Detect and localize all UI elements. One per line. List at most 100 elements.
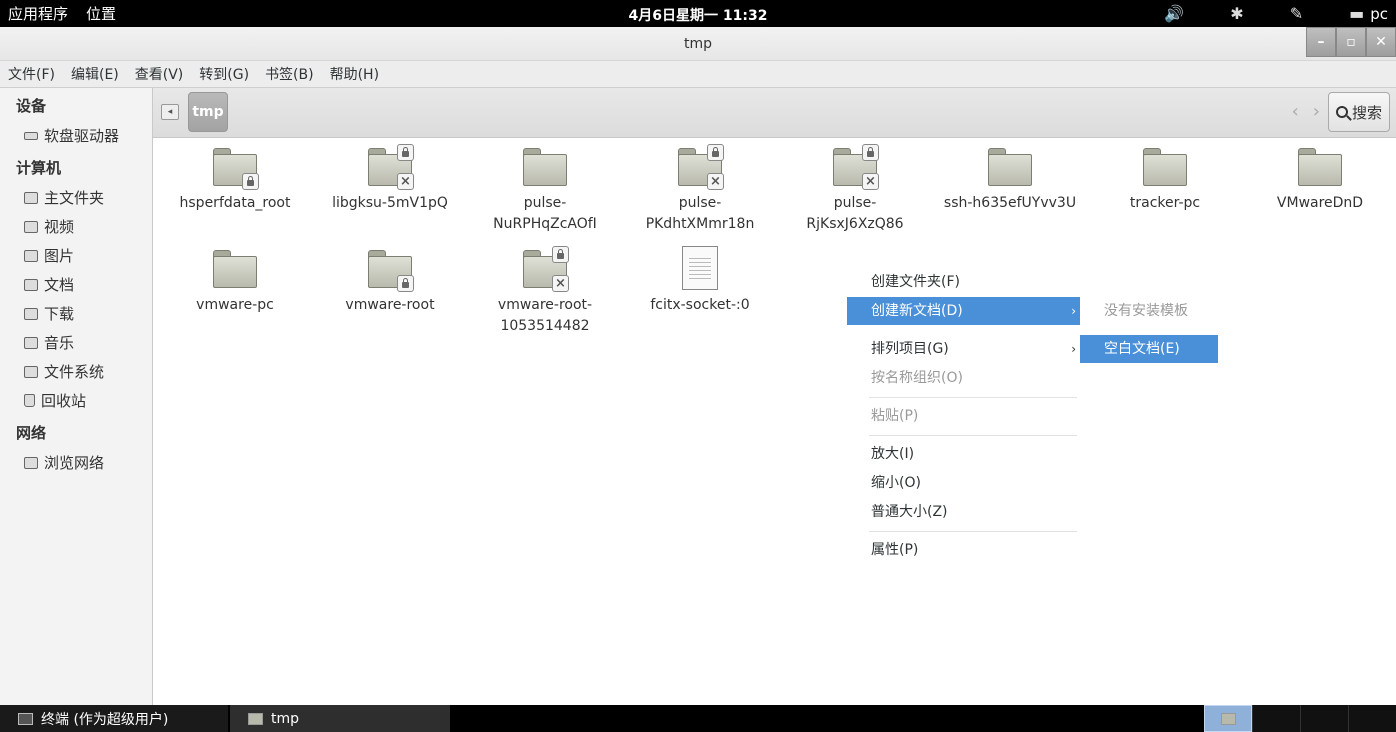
unreadable-icon: × <box>862 173 879 190</box>
lock-icon <box>707 144 724 161</box>
sidebar-item-pictures[interactable]: 图片 <box>0 241 152 270</box>
folder-icon: × <box>833 144 879 190</box>
sidebar-item-videos[interactable]: 视频 <box>0 212 152 241</box>
file-name-line1: pulse- <box>833 195 877 211</box>
menu-view[interactable]: 查看(V) <box>135 64 184 84</box>
folder-icon: × <box>368 144 414 190</box>
file-item[interactable]: × libgksu-5mV1pQ <box>315 138 465 214</box>
folder-icon <box>1220 712 1236 725</box>
sidebar-item-label: 回收站 <box>41 392 87 410</box>
menu-item-create-document[interactable]: 创建新文档(D) › <box>847 297 1080 325</box>
sidebar-item-documents[interactable]: 文档 <box>0 270 152 299</box>
file-item[interactable]: vmware-pc <box>160 240 310 316</box>
file-name: vmware-pc <box>196 297 274 313</box>
file-item[interactable]: VMwareDnD <box>1245 138 1395 214</box>
pictures-folder-icon <box>24 249 38 262</box>
minimize-button[interactable]: – <box>1306 27 1336 57</box>
lock-icon <box>242 173 259 190</box>
sidebar-item-music[interactable]: 音乐 <box>0 328 152 357</box>
folder-icon <box>248 712 263 725</box>
back-arrow-icon[interactable]: ‹ <box>1292 101 1299 122</box>
search-icon <box>1335 106 1348 118</box>
menu-item-zoom-in[interactable]: 放大(I) <box>847 440 1080 468</box>
breadcrumb-tmp[interactable]: tmp <box>188 92 228 132</box>
task-tmp[interactable]: tmp <box>230 705 450 732</box>
file-item[interactable]: × pulse- RjKsxJ6XzQ86 <box>780 138 930 235</box>
file-item[interactable]: × pulse- PKdhtXMmr18n <box>625 138 775 235</box>
menu-item-create-folder[interactable]: 创建文件夹(F) <box>847 268 1080 296</box>
close-button[interactable]: ✕ <box>1366 27 1396 57</box>
sidebar-header-computer: 计算机 <box>16 159 62 177</box>
sidebar-item-trash[interactable]: 回收站 <box>0 386 152 415</box>
menu-item-zoom-out[interactable]: 缩小(O) <box>847 469 1080 497</box>
file-item[interactable]: × vmware-root- 1053514482 <box>470 240 620 337</box>
task-terminal[interactable]: 终端 (作为超级用户) <box>0 705 228 732</box>
sidebar-item-downloads[interactable]: 下载 <box>0 299 152 328</box>
sidebar-header-devices: 设备 <box>16 97 47 115</box>
volume-icon[interactable]: 🔊 <box>1164 4 1184 23</box>
create-document-submenu: 没有安装模板 空白文档(E) <box>1080 296 1220 370</box>
forward-arrow-icon[interactable]: › <box>1313 101 1320 122</box>
path-toggle-icon[interactable]: ◂ <box>161 104 179 120</box>
menu-help[interactable]: 帮助(H) <box>330 64 379 84</box>
taskbar: 终端 (作为超级用户) tmp <box>0 705 1396 732</box>
menu-item-properties[interactable]: 属性(P) <box>847 536 1080 564</box>
workspace-switcher <box>1204 705 1396 732</box>
chat-icon: ▬ <box>1349 4 1365 23</box>
menu-go[interactable]: 转到(G) <box>199 64 249 84</box>
window-title: tmp <box>683 36 712 52</box>
downloads-folder-icon <box>24 307 38 320</box>
window-titlebar[interactable]: tmp – ▫ ✕ <box>0 27 1396 61</box>
file-item[interactable]: fcitx-socket-:0 <box>625 240 775 316</box>
folder-icon <box>988 148 1032 188</box>
user-menu[interactable]: ▬ pc <box>1349 4 1388 23</box>
file-item[interactable]: tracker-pc <box>1090 138 1240 214</box>
workspace-2[interactable] <box>1252 705 1300 732</box>
menu-item-normal-size[interactable]: 普通大小(Z) <box>847 498 1080 526</box>
places-menu[interactable]: 位置 <box>86 3 116 24</box>
sidebar-item-label: 浏览网络 <box>44 454 105 472</box>
applications-menu[interactable]: 应用程序 <box>8 3 68 24</box>
lock-icon <box>397 144 414 161</box>
folder-icon <box>1298 148 1342 188</box>
sidebar-item-filesystem[interactable]: 文件系统 <box>0 357 152 386</box>
sidebar-item-browse-network[interactable]: 浏览网络 <box>0 448 152 477</box>
search-button[interactable]: 搜索 <box>1328 92 1390 132</box>
workspace-4[interactable] <box>1348 705 1396 732</box>
maximize-button[interactable]: ▫ <box>1336 27 1366 57</box>
menu-item-paste: 粘贴(P) <box>871 408 919 424</box>
workspace-1[interactable] <box>1204 705 1252 732</box>
videos-folder-icon <box>24 220 38 233</box>
unreadable-icon: × <box>552 275 569 292</box>
menu-edit[interactable]: 编辑(E) <box>71 64 119 84</box>
context-menu: 创建文件夹(F) 创建新文档(D) › 排列项目(G) › 按名称组织(O) 粘… <box>847 268 1080 568</box>
bluetooth-icon[interactable]: ✱ <box>1230 4 1243 23</box>
menu-item-no-templates: 没有安装模板 <box>1104 303 1188 319</box>
sidebar-item-label: 文件系统 <box>44 363 105 381</box>
file-item[interactable]: vmware-root <box>315 240 465 316</box>
menu-file[interactable]: 文件(F) <box>8 64 55 84</box>
lock-icon <box>862 144 879 161</box>
file-name-line2: NuRPHqZcAOfI <box>493 216 597 232</box>
file-item[interactable]: ssh-h635efUYvv3U <box>935 138 1085 214</box>
drive-icon <box>24 131 38 140</box>
sidebar-item-home[interactable]: 主文件夹 <box>0 183 152 212</box>
music-folder-icon <box>24 336 38 349</box>
file-view[interactable]: hsperfdata_root × libgksu-5mV1pQ pulse- … <box>153 138 1396 705</box>
sidebar-item-floppy[interactable]: 软盘驱动器 <box>0 121 152 150</box>
file-name-line2: RjKsxJ6XzQ86 <box>806 216 904 232</box>
file-item[interactable]: pulse- NuRPHqZcAOfI <box>470 138 620 235</box>
folder-icon: × <box>523 246 569 292</box>
folder-icon: × <box>678 144 724 190</box>
screen-keyboard-icon[interactable]: ✎ <box>1290 4 1303 23</box>
file-item[interactable]: hsperfdata_root <box>160 138 310 214</box>
sidebar-item-label: 视频 <box>44 218 75 236</box>
user-name: pc <box>1370 4 1388 23</box>
menu-bookmarks[interactable]: 书签(B) <box>265 64 314 84</box>
menu-separator <box>869 435 1077 436</box>
clock[interactable]: 4月6日星期一 11:32 <box>629 8 768 24</box>
workspace-3[interactable] <box>1300 705 1348 732</box>
menu-item-empty-document[interactable]: 空白文档(E) <box>1080 335 1218 363</box>
file-name: libgksu-5mV1pQ <box>332 195 448 211</box>
menu-item-arrange[interactable]: 排列项目(G) › <box>847 335 1080 363</box>
